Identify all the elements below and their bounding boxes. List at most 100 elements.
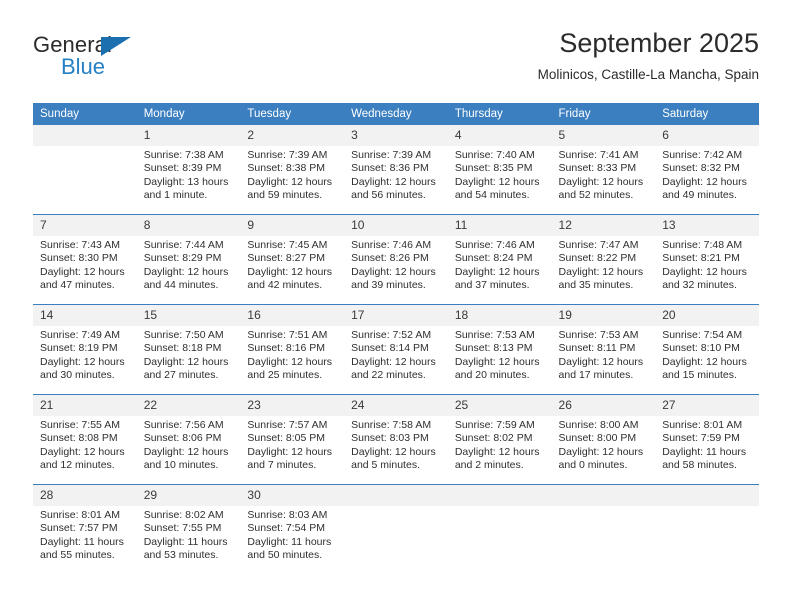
calendar-week-row: 28 Sunrise: 8:01 AM Sunset: 7:57 PM Dayligh… (33, 484, 759, 574)
calendar-day-cell[interactable]: 29 Sunrise: 8:02 AM Sunset: 7:55 PM Dayligh… (136, 484, 241, 574)
sunrise-text: Sunrise: 7:38 AM (143, 149, 224, 161)
calendar-day-cell[interactable]: 5 Sunrise: 7:41 AM Sunset: 8:33 PM Daylight… (551, 125, 656, 215)
sunrise-text: Sunrise: 7:53 AM (558, 329, 639, 341)
daylight-text: Daylight: 12 hours and 25 minutes. (247, 355, 333, 382)
day-details: Sunrise: 8:01 AM Sunset: 7:57 PM Daylight:… (33, 506, 137, 563)
day-number: 19 (551, 305, 656, 326)
daylight-text: Daylight: 12 hours and 30 minutes. (40, 355, 125, 382)
calendar-day-cell[interactable]: 21 Sunrise: 7:55 AM Sunset: 8:08 PM Dayligh… (33, 394, 137, 485)
daylight-text: Daylight: 11 hours and 53 minutes. (143, 535, 228, 562)
sunrise-text: Sunrise: 7:45 AM (247, 239, 328, 251)
day-number: 17 (344, 305, 448, 326)
day-number: 13 (655, 215, 759, 236)
calendar-day-cell[interactable]: 6 Sunrise: 7:42 AM Sunset: 8:32 PM Daylight… (655, 125, 759, 215)
calendar-body: 1 Sunrise: 7:38 AM Sunset: 8:39 PM Daylight… (33, 125, 759, 574)
calendar-day-cell[interactable]: 16 Sunrise: 7:51 AM Sunset: 8:16 PM Dayligh… (240, 304, 345, 395)
calendar-day-cell[interactable]: 26 Sunrise: 8:00 AM Sunset: 8:00 PM Dayligh… (551, 394, 656, 485)
day-details: Sunrise: 7:54 AM Sunset: 8:10 PM Daylight:… (655, 326, 759, 383)
sunrise-text: Sunrise: 8:01 AM (40, 509, 120, 521)
day-details: Sunrise: 7:44 AM Sunset: 8:29 PM Daylight:… (137, 236, 241, 293)
day-number: 20 (655, 305, 759, 326)
day-number: 15 (136, 305, 241, 326)
calendar-day-cell[interactable]: 12 Sunrise: 7:47 AM Sunset: 8:22 PM Dayligh… (551, 214, 656, 305)
calendar-day-cell[interactable]: 14 Sunrise: 7:49 AM Sunset: 8:19 PM Dayligh… (33, 304, 137, 395)
brand-logo[interactable]: General Blue (33, 32, 153, 88)
calendar-day-cell[interactable]: 20 Sunrise: 7:54 AM Sunset: 8:10 PM Dayligh… (655, 304, 759, 395)
calendar-day-cell[interactable]: 10 Sunrise: 7:46 AM Sunset: 8:26 PM Dayligh… (344, 214, 448, 305)
sunrise-text: Sunrise: 7:47 AM (558, 239, 639, 251)
sunset-text: Sunset: 8:39 PM (143, 162, 222, 175)
calendar-week-row: 1 Sunrise: 7:38 AM Sunset: 8:39 PM Daylight… (33, 125, 759, 215)
title-block: September 2025 Molinicos, Castille-La Ma… (538, 26, 759, 85)
sunset-text: Sunset: 8:33 PM (558, 162, 637, 175)
sunset-text: Sunset: 8:13 PM (454, 342, 533, 355)
calendar-day-cell[interactable]: 13 Sunrise: 7:48 AM Sunset: 8:21 PM Dayligh… (655, 214, 759, 305)
day-details: Sunrise: 7:40 AM Sunset: 8:35 PM Daylight:… (448, 146, 552, 203)
day-details: Sunrise: 7:53 AM Sunset: 8:11 PM Daylight:… (552, 326, 656, 383)
daylight-text: Daylight: 11 hours and 50 minutes. (247, 535, 332, 562)
calendar-empty-cell (344, 484, 448, 574)
calendar-day-cell[interactable]: 22 Sunrise: 7:56 AM Sunset: 8:06 PM Dayligh… (136, 394, 241, 485)
day-details: Sunrise: 8:01 AM Sunset: 7:59 PM Daylight:… (655, 416, 759, 473)
calendar-day-cell[interactable]: 19 Sunrise: 7:53 AM Sunset: 8:11 PM Dayligh… (551, 304, 656, 395)
calendar-day-cell[interactable]: 17 Sunrise: 7:52 AM Sunset: 8:14 PM Dayligh… (344, 304, 448, 395)
day-details: Sunrise: 7:56 AM Sunset: 8:06 PM Daylight:… (137, 416, 241, 473)
calendar-day-cell[interactable]: 7 Sunrise: 7:43 AM Sunset: 8:30 PM Daylight… (33, 214, 137, 305)
daylight-text: Daylight: 12 hours and 35 minutes. (558, 265, 644, 292)
calendar-empty-cell (447, 484, 552, 574)
calendar-day-cell[interactable]: 25 Sunrise: 7:59 AM Sunset: 8:02 PM Dayligh… (447, 394, 552, 485)
calendar-day-cell[interactable]: 9 Sunrise: 7:45 AM Sunset: 8:27 PM Daylight… (240, 214, 345, 305)
calendar-day-cell[interactable]: 8 Sunrise: 7:44 AM Sunset: 8:29 PM Daylight… (136, 214, 241, 305)
calendar-week-row: 14 Sunrise: 7:49 AM Sunset: 8:19 PM Dayligh… (33, 304, 759, 395)
sunrise-text: Sunrise: 8:03 AM (247, 509, 328, 521)
sunrise-text: Sunrise: 7:46 AM (454, 239, 535, 251)
calendar-empty-cell (551, 484, 656, 574)
day-number (344, 485, 448, 506)
day-number: 9 (240, 215, 345, 236)
day-details: Sunrise: 7:49 AM Sunset: 8:19 PM Daylight:… (33, 326, 137, 383)
daylight-text: Daylight: 12 hours and 0 minutes. (558, 445, 644, 472)
sunset-text: Sunset: 8:11 PM (558, 342, 636, 355)
calendar-day-cell[interactable]: 30 Sunrise: 8:03 AM Sunset: 7:54 PM Dayligh… (240, 484, 345, 574)
daylight-text: Daylight: 12 hours and 47 minutes. (40, 265, 125, 292)
daylight-text: Daylight: 13 hours and 1 minute. (143, 175, 229, 202)
day-number: 10 (344, 215, 448, 236)
calendar-day-cell[interactable]: 3 Sunrise: 7:39 AM Sunset: 8:36 PM Daylight… (344, 125, 448, 215)
calendar-day-cell[interactable]: 27 Sunrise: 8:01 AM Sunset: 7:59 PM Dayligh… (655, 394, 759, 485)
daylight-text: Daylight: 12 hours and 2 minutes. (454, 445, 540, 472)
sunset-text: Sunset: 7:54 PM (247, 522, 326, 535)
calendar-day-cell[interactable]: 4 Sunrise: 7:40 AM Sunset: 8:35 PM Daylight… (447, 125, 552, 215)
day-details: Sunrise: 7:50 AM Sunset: 8:18 PM Daylight:… (137, 326, 241, 383)
sunset-text: Sunset: 8:06 PM (143, 432, 222, 445)
sunrise-text: Sunrise: 7:42 AM (662, 149, 743, 161)
day-number: 8 (136, 215, 241, 236)
calendar-day-cell[interactable]: 15 Sunrise: 7:50 AM Sunset: 8:18 PM Dayligh… (136, 304, 241, 395)
day-details: Sunrise: 7:53 AM Sunset: 8:13 PM Daylight:… (448, 326, 552, 383)
calendar-day-cell[interactable]: 23 Sunrise: 7:57 AM Sunset: 8:05 PM Dayligh… (240, 394, 345, 485)
day-details: Sunrise: 7:39 AM Sunset: 8:36 PM Daylight:… (344, 146, 448, 203)
calendar-day-cell[interactable]: 18 Sunrise: 7:53 AM Sunset: 8:13 PM Dayligh… (447, 304, 552, 395)
sunrise-text: Sunrise: 7:46 AM (351, 239, 432, 251)
sunrise-text: Sunrise: 7:49 AM (40, 329, 120, 341)
sunrise-text: Sunrise: 7:41 AM (558, 149, 639, 161)
day-number: 6 (655, 125, 759, 146)
sunrise-text: Sunrise: 7:39 AM (247, 149, 328, 161)
sunset-text: Sunset: 8:05 PM (247, 432, 326, 445)
calendar-day-cell[interactable]: 24 Sunrise: 7:58 AM Sunset: 8:03 PM Dayligh… (344, 394, 448, 485)
calendar-day-cell[interactable]: 1 Sunrise: 7:38 AM Sunset: 8:39 PM Daylight… (136, 125, 241, 215)
day-number: 30 (240, 485, 345, 506)
day-number: 16 (240, 305, 345, 326)
calendar-day-cell[interactable]: 2 Sunrise: 7:39 AM Sunset: 8:38 PM Daylight… (240, 125, 345, 215)
day-details: Sunrise: 7:55 AM Sunset: 8:08 PM Daylight:… (33, 416, 137, 473)
calendar-day-cell[interactable]: 11 Sunrise: 7:46 AM Sunset: 8:24 PM Dayligh… (447, 214, 552, 305)
day-number: 7 (33, 215, 137, 236)
sunset-text: Sunset: 8:14 PM (351, 342, 429, 355)
sunset-text: Sunset: 8:00 PM (558, 432, 637, 445)
calendar-day-cell[interactable]: 28 Sunrise: 8:01 AM Sunset: 7:57 PM Dayligh… (33, 484, 137, 574)
day-number (551, 485, 656, 506)
sunset-text: Sunset: 8:38 PM (247, 162, 326, 175)
calendar-week-row: 21 Sunrise: 7:55 AM Sunset: 8:08 PM Dayligh… (33, 394, 759, 485)
day-details: Sunrise: 7:48 AM Sunset: 8:21 PM Daylight:… (655, 236, 759, 293)
sunset-text: Sunset: 8:10 PM (662, 342, 740, 355)
daylight-text: Daylight: 12 hours and 10 minutes. (143, 445, 229, 472)
